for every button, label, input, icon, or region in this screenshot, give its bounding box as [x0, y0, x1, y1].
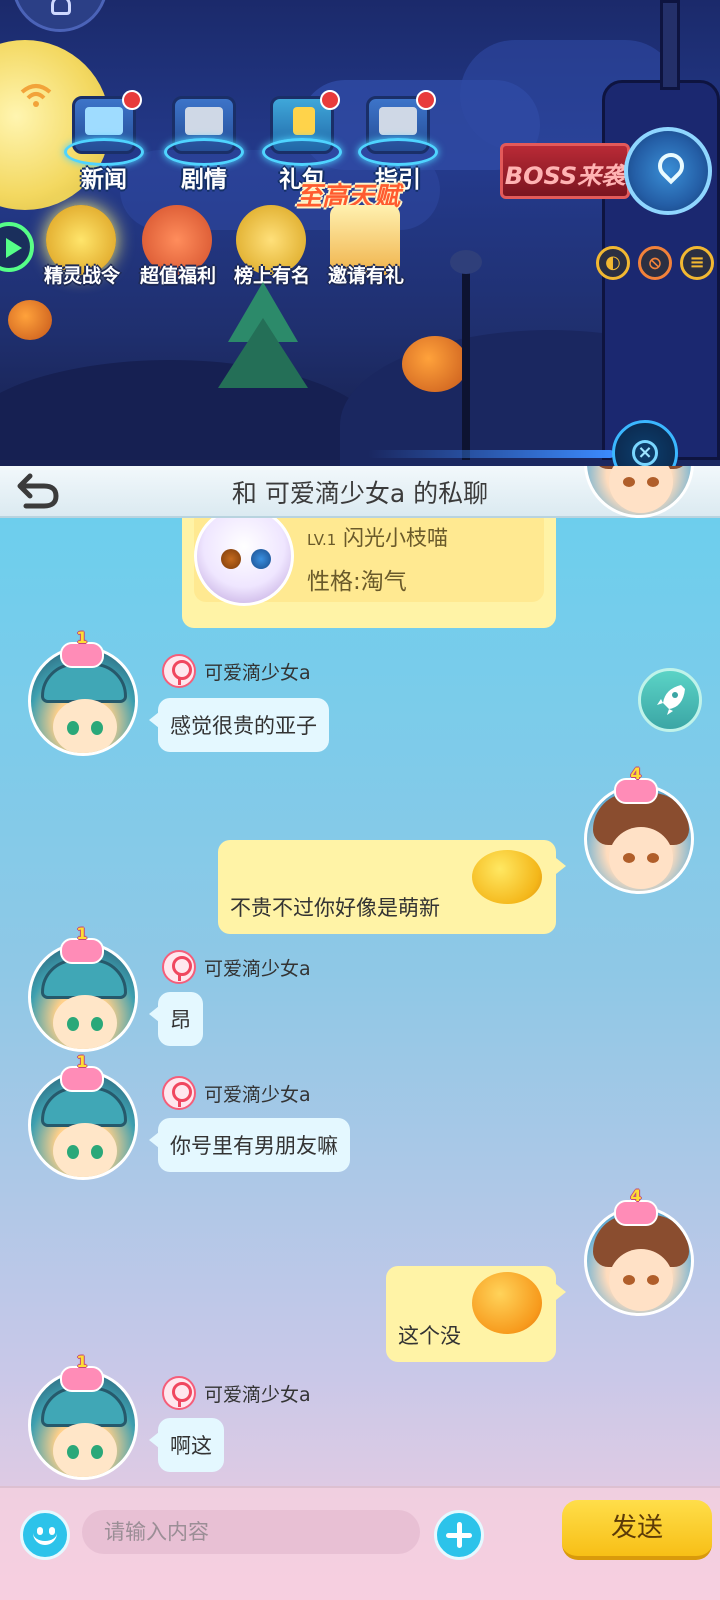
back-button[interactable] [10, 470, 62, 514]
female-icon [162, 1076, 196, 1110]
map-button[interactable] [624, 127, 712, 215]
boss-raid-button[interactable]: BOSS来袭 [500, 143, 630, 199]
message-text: 不贵不过你好像是萌新 [230, 896, 440, 920]
battle-pass-label: 精灵战令 [43, 265, 120, 287]
rocket-button[interactable] [638, 668, 702, 732]
pet-trait: 性格:淘气 [307, 569, 407, 595]
speaker-icon: ◐ [605, 252, 621, 273]
notification-dot [122, 90, 142, 110]
sender-name: 可爱滴少女a [204, 1084, 311, 1106]
close-icon: × [632, 440, 658, 466]
value-welfare-button[interactable]: 超值福利 [132, 205, 222, 295]
level-number: 1 [76, 1052, 88, 1071]
rocket-icon [657, 685, 685, 715]
pumpkin [8, 300, 52, 340]
message-bubble[interactable]: 啊这 [149, 1418, 224, 1472]
notification-dot [416, 90, 436, 110]
christmas-tree [218, 282, 308, 402]
level-crown: 1 [60, 628, 104, 668]
story-label: 剧情 [181, 167, 227, 193]
mute-button[interactable]: ⦸ [638, 246, 672, 280]
message-bubble[interactable]: 你号里有男朋友嘛 [149, 1118, 350, 1172]
female-icon [162, 1376, 196, 1410]
game-scene: 新闻 剧情 礼包 指引 BOSS来袭 至高天赋 精灵战令 超值福利 榜上有名 邀… [0, 0, 720, 476]
back-arrow-icon [17, 473, 59, 509]
female-icon [162, 654, 196, 688]
news-label: 新闻 [81, 167, 127, 193]
private-chat-panel: LV.1 闪光小枝喵 性格:淘气 和 可爱滴少女a 的私聊 1 可爱滴少女a 感… [0, 466, 720, 1600]
play-icon[interactable] [0, 222, 34, 272]
input-bar: 发送 [0, 1486, 720, 1600]
invite-label: 邀请有礼 [327, 265, 404, 287]
sender-name: 可爱滴少女a [204, 958, 311, 980]
map-pin-icon [652, 147, 690, 185]
street-lamp [450, 250, 482, 460]
level-number: 1 [76, 924, 88, 943]
pet-level: LV.1 [307, 531, 337, 549]
level-crown: 1 [60, 1352, 104, 1392]
level-number: 4 [630, 1186, 642, 1205]
news-button[interactable]: 新闻 [62, 86, 146, 196]
tower-spire [660, 0, 680, 90]
level-crown: 1 [60, 1052, 104, 1092]
value-welfare-label: 超值福利 [139, 265, 216, 287]
level-number: 4 [630, 764, 642, 783]
level-number: 1 [76, 1352, 88, 1371]
lightbulb-icon [51, 0, 71, 15]
sender-name: 可爱滴少女a [204, 1384, 311, 1406]
battle-pass-button[interactable]: 精灵战令 [36, 205, 126, 295]
story-button[interactable]: 剧情 [162, 86, 246, 196]
level-crown: 1 [60, 924, 104, 964]
hill [0, 360, 380, 476]
menu-button[interactable]: ≡ [680, 246, 714, 280]
dizzy-emoji-icon [472, 1272, 542, 1334]
list-icon: ≡ [689, 252, 705, 273]
level-number: 1 [76, 628, 88, 647]
sound-button[interactable]: ◐ [596, 246, 630, 280]
message-bubble[interactable]: 昂 [149, 992, 203, 1046]
message-bubble[interactable]: 感觉很贵的亚子 [149, 698, 329, 752]
scan-bar [368, 450, 614, 458]
level-crown: 4 [614, 764, 658, 804]
sender-name: 可爱滴少女a [204, 662, 311, 684]
no-sign-icon: ⦸ [649, 252, 661, 273]
plus-button[interactable] [434, 1510, 484, 1560]
pumpkin [402, 336, 468, 392]
message-text: 这个没 [398, 1324, 461, 1348]
female-icon [162, 950, 196, 984]
pet-name: 闪光小枝喵 [343, 526, 449, 550]
awkward-emoji-icon [472, 850, 542, 904]
chat-title: 和 可爱滴少女a 的私聊 [231, 479, 489, 508]
invite-button[interactable]: 邀请有礼 [320, 205, 410, 295]
lightbulb-button[interactable] [12, 0, 108, 32]
boss-raid-label: BOSS来袭 [504, 162, 626, 190]
wifi-icon [20, 84, 52, 107]
send-button[interactable]: 发送 [562, 1500, 712, 1560]
emoji-button[interactable] [20, 1510, 70, 1560]
level-crown: 4 [614, 1186, 658, 1226]
pet-avatar [194, 506, 294, 606]
message-input[interactable] [82, 1510, 420, 1554]
notification-dot [320, 90, 340, 110]
pet-card[interactable]: LV.1 闪光小枝喵 性格:淘气 [182, 502, 556, 628]
